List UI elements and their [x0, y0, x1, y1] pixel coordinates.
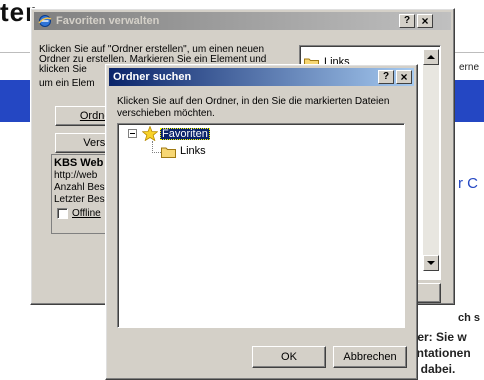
browse-folder-close-button[interactable]: × — [396, 70, 412, 84]
background-text-chs: ch s — [458, 312, 481, 324]
background-text-der: der: Sie w — [410, 330, 467, 344]
offline-checkbox-label[interactable]: Offline — [72, 208, 101, 220]
background-text-rc: r C — [458, 175, 478, 192]
cancel-button[interactable]: Abbrechen — [333, 346, 407, 368]
browse-folder-help-button[interactable]: ? — [378, 70, 394, 84]
info-name: KBS Web — [54, 157, 104, 169]
info-visits: Anzahl Bes — [54, 182, 105, 193]
offline-checkbox[interactable] — [57, 208, 68, 219]
scroll-up-arrow-icon — [427, 55, 435, 59]
tree-item-links[interactable]: Links — [161, 145, 206, 158]
ok-button[interactable]: OK — [252, 346, 326, 368]
favorites-close-button[interactable]: × — [417, 14, 433, 28]
tree-item-favoriten[interactable]: Favoriten — [141, 125, 210, 142]
scroll-down-arrow-icon — [427, 261, 435, 265]
tree-item-favoriten-label: Favoriten — [160, 127, 210, 140]
internet-explorer-icon — [38, 14, 52, 28]
browse-folder-dialog: Ordner suchen ? × Klicken Sie auf den Or… — [105, 64, 418, 380]
minus-icon — [130, 133, 135, 134]
favorites-scroll-up[interactable] — [423, 49, 439, 65]
browse-folder-description-line2: verschieben möchten. — [117, 108, 215, 119]
favorites-manager-titlebar[interactable]: Favoriten verwalten — [34, 12, 451, 30]
background-text-entationen: entationen — [410, 346, 471, 360]
browse-folder-title: Ordner suchen — [113, 71, 192, 83]
folder-tree-view[interactable]: Favoriten Links — [117, 123, 405, 328]
tree-item-links-label: Links — [180, 145, 206, 157]
browse-folder-titlebar[interactable]: Ordner suchen — [109, 68, 414, 86]
info-last-visit: Letzter Bes — [54, 194, 105, 205]
info-url: http://web — [54, 170, 98, 181]
favorites-instructions-line4: um ein Elem — [39, 78, 95, 89]
tree-connector-horizontal — [152, 152, 161, 153]
folder-icon — [161, 145, 177, 158]
tree-collapse-toggle[interactable] — [128, 129, 137, 138]
background-text-erne: erne — [459, 62, 480, 73]
favorites-scroll-track[interactable] — [423, 65, 439, 255]
favorites-help-button[interactable]: ? — [399, 14, 415, 28]
favorites-star-icon — [141, 125, 159, 142]
favorites-scroll-down[interactable] — [423, 255, 439, 271]
favorites-manager-title: Favoriten verwalten — [56, 15, 160, 27]
browse-folder-description-line1: Klicken Sie auf den Ordner, in den Sie d… — [117, 96, 390, 107]
